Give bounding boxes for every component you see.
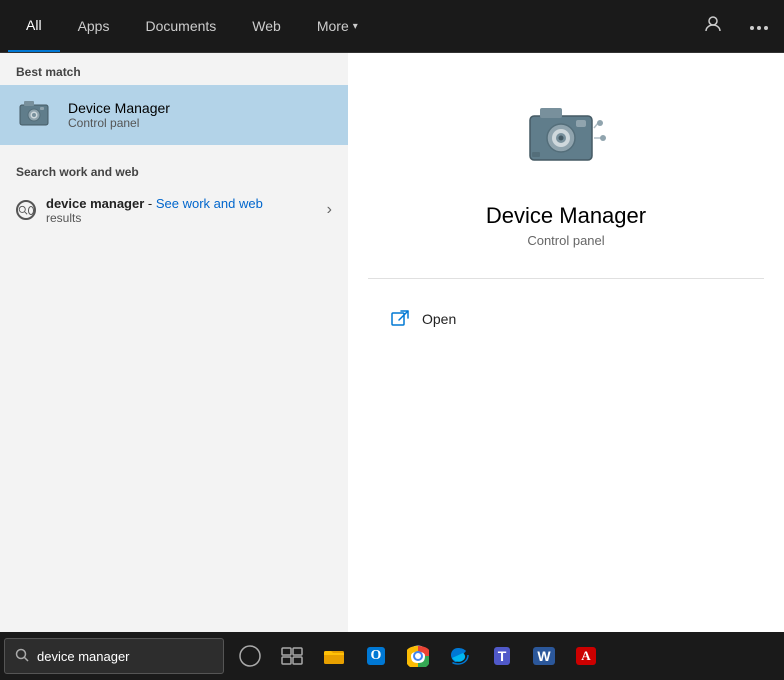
more-arrow-icon: ▾ <box>353 21 358 32</box>
taskbar-outlook[interactable]: O <box>356 636 396 676</box>
web-query: device manager <box>46 196 144 211</box>
edge-icon <box>449 645 471 667</box>
taskbar: device manager O <box>0 632 784 680</box>
tab-documents-label: Documents <box>145 18 216 34</box>
device-manager-icon-large <box>526 98 606 178</box>
taskbar-acrobat[interactable]: A <box>566 636 606 676</box>
tab-web-label: Web <box>252 18 281 34</box>
tab-apps[interactable]: Apps <box>60 0 128 52</box>
detail-subtitle: Control panel <box>527 233 604 248</box>
ellipsis-icon <box>750 26 768 30</box>
detail-icon-area <box>521 93 611 183</box>
tab-more[interactable]: More ▾ <box>299 0 376 52</box>
acrobat-letter: A <box>576 647 595 665</box>
web-see-results: See work and web <box>156 196 263 211</box>
taskbar-start-button[interactable] <box>230 636 270 676</box>
tab-more-label: More <box>317 18 349 34</box>
best-match-label: Best match <box>0 53 348 85</box>
web-subtext: results <box>46 211 323 225</box>
result-title: Device Manager <box>68 100 170 116</box>
taskbar-search-bar[interactable]: device manager <box>4 638 224 674</box>
person-icon <box>704 15 722 33</box>
ellipsis-icon-button[interactable] <box>742 13 776 39</box>
word-letter: W <box>533 647 554 665</box>
chrome-icon <box>407 645 429 667</box>
taskbar-edge[interactable] <box>440 636 480 676</box>
taskbar-task-view[interactable] <box>272 636 312 676</box>
file-explorer-icon <box>323 646 345 666</box>
top-nav: All Apps Documents Web More ▾ <box>0 0 784 53</box>
start-circle-icon <box>239 645 261 667</box>
taskbar-teams[interactable]: T <box>482 636 522 676</box>
tab-web[interactable]: Web <box>234 0 299 52</box>
person-icon-button[interactable] <box>696 11 730 42</box>
search-circle-icon <box>16 200 36 220</box>
tab-apps-label: Apps <box>78 18 110 34</box>
taskbar-search-icon <box>15 648 29 665</box>
outlook-letter: O <box>367 647 386 665</box>
search-web-section: Search work and web device manager - See… <box>0 153 348 235</box>
teams-letter: T <box>494 647 511 665</box>
web-separator: - <box>144 196 156 211</box>
result-subtitle: Control panel <box>68 116 170 130</box>
tab-all-label: All <box>26 17 42 33</box>
open-icon <box>388 307 412 331</box>
web-item-text: device manager - See work and web result… <box>46 196 323 225</box>
action-list: Open <box>368 299 764 339</box>
detail-title: Device Manager <box>486 203 646 229</box>
device-manager-icon-small <box>16 95 56 135</box>
taskbar-word[interactable]: W <box>524 636 564 676</box>
right-panel: Device Manager Control panel Open <box>348 53 784 632</box>
open-label: Open <box>422 311 456 327</box>
open-action[interactable]: Open <box>378 299 754 339</box>
search-web-label: Search work and web <box>0 153 348 185</box>
best-match-item[interactable]: Device Manager Control panel <box>0 85 348 145</box>
taskbar-chrome[interactable] <box>398 636 438 676</box>
chevron-right-icon: › <box>327 201 332 219</box>
task-view-icon <box>281 647 303 665</box>
taskbar-file-explorer[interactable] <box>314 636 354 676</box>
left-panel: Best match Device Manager Control panel <box>0 53 348 632</box>
tab-all[interactable]: All <box>8 0 60 52</box>
nav-right-actions <box>696 11 776 42</box>
best-match-text: Device Manager Control panel <box>68 100 170 130</box>
dm-icon-svg-small <box>18 97 54 133</box>
taskbar-search-text: device manager <box>37 649 130 664</box>
web-search-item[interactable]: device manager - See work and web result… <box>0 185 348 235</box>
divider <box>368 278 764 279</box>
search-area: Best match Device Manager Control panel <box>0 53 784 632</box>
tab-documents[interactable]: Documents <box>127 0 234 52</box>
